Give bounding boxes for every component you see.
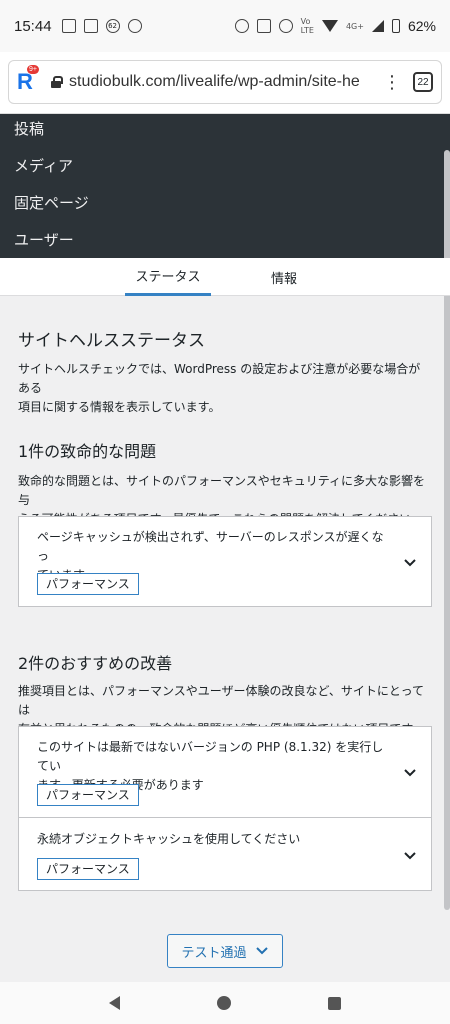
chevron-down-icon[interactable]: [403, 555, 417, 569]
issue-tag: パフォーマンス: [37, 573, 139, 595]
critical-issues-list: ページキャッシュが検出されず、サーバーのレスポンスが遅くなっ ています パフォー…: [18, 516, 432, 607]
passed-tests-button[interactable]: テスト通過: [167, 934, 283, 968]
system-nav-bar: [0, 982, 450, 1024]
issue-title: 永続オブジェクトキャッシュを使用してください: [37, 832, 301, 846]
mail-icon: [61, 19, 76, 33]
status-time: 15:44: [14, 17, 52, 35]
issue-tag: パフォーマンス: [37, 858, 139, 880]
status-bar: 15:44 62 Vo LTE 4G+ 62%: [0, 0, 450, 52]
address-bar[interactable]: R 9+ studiobulk.com/livealife/wp-admin/s…: [8, 60, 442, 104]
critical-description-line: 致命的な問題とは、サイトのパフォーマンスやセキュリティに多大な影響を与: [18, 474, 426, 507]
page-intro-line: サイトヘルスチェックでは、WordPress の設定および注意が必要な場合がある: [18, 362, 421, 395]
admin-menu: 投稿 メディア 固定ページ ユーザー: [0, 114, 450, 258]
more-menu-icon[interactable]: ⋮: [383, 72, 401, 93]
site-logo-badge: 9+: [27, 65, 39, 74]
recommended-issues-list: このサイトは最新ではないバージョンの PHP (8.1.32) を実行してい ま…: [18, 726, 432, 891]
issue-tag: パフォーマンス: [37, 784, 139, 806]
volte-icon: Vo LTE: [300, 17, 314, 35]
tab-info[interactable]: 情報: [258, 258, 310, 296]
admin-menu-item-users[interactable]: ユーザー: [14, 229, 74, 250]
admin-menu-item-media[interactable]: メディア: [14, 155, 73, 176]
lock-icon[interactable]: [51, 76, 63, 88]
back-icon[interactable]: [108, 996, 120, 1010]
issue-item[interactable]: ページキャッシュが検出されず、サーバーのレスポンスが遅くなっ ています パフォー…: [19, 517, 431, 606]
tab-status[interactable]: ステータス: [125, 258, 211, 296]
admin-menu-item-posts[interactable]: 投稿: [14, 118, 44, 139]
recents-icon[interactable]: [328, 996, 342, 1010]
browser-toolbar: R 9+ studiobulk.com/livealife/wp-admin/s…: [0, 52, 450, 114]
issue-item[interactable]: 永続オブジェクトキャッシュを使用してください パフォーマンス: [19, 817, 431, 890]
chevron-down-icon[interactable]: [403, 765, 417, 779]
issue-item[interactable]: このサイトは最新ではないバージョンの PHP (8.1.32) を実行してい ま…: [19, 727, 431, 817]
page-intro-line: 項目に関する情報を表示しています。: [18, 400, 221, 414]
notification-count-icon: 62: [105, 19, 120, 33]
status-system-icons: Vo LTE 4G+ 62%: [234, 17, 436, 35]
chevron-down-icon[interactable]: [403, 848, 417, 862]
sim-icon: [83, 19, 98, 33]
wifi-icon: [321, 20, 338, 32]
issue-title-line: ページキャッシュが検出されず、サーバーのレスポンスが遅くなっ: [37, 530, 384, 563]
battery-level: 62%: [407, 18, 436, 34]
chevron-down-icon: [255, 944, 269, 958]
status-notification-icons: 62: [61, 19, 142, 33]
dnd-icon: [278, 19, 293, 33]
app-icon: [127, 19, 142, 33]
issue-title-line: このサイトは最新ではないバージョンの PHP (8.1.32) を実行してい: [37, 740, 384, 773]
site-health-tabs: ステータス 情報: [0, 258, 450, 296]
page-title: サイトヘルスステータス: [18, 331, 205, 351]
admin-menu-item-pages[interactable]: 固定ページ: [14, 192, 89, 213]
site-logo-icon[interactable]: R 9+: [17, 65, 41, 95]
page-intro: サイトヘルスチェックでは、WordPress の設定および注意が必要な場合がある…: [18, 360, 432, 417]
tab-switcher-button[interactable]: 22: [413, 72, 433, 92]
recommended-heading: 2件のおすすめの改善: [18, 654, 173, 673]
battery-icon: [391, 19, 400, 33]
url-text[interactable]: studiobulk.com/livealife/wp-admin/site-h…: [69, 73, 359, 91]
recommended-description-line: 推奨項目とは、パフォーマンスやユーザー体験の改良など、サイトにとっては: [18, 684, 424, 717]
signal-icon: [371, 20, 384, 32]
home-icon[interactable]: [216, 996, 231, 1010]
passed-tests-label: テスト通過: [181, 945, 247, 961]
critical-heading: 1件の致命的な問題: [18, 442, 157, 461]
vibrate-icon: [256, 19, 271, 33]
alarm-icon: [234, 19, 249, 33]
network-type: 4G+: [345, 21, 364, 31]
